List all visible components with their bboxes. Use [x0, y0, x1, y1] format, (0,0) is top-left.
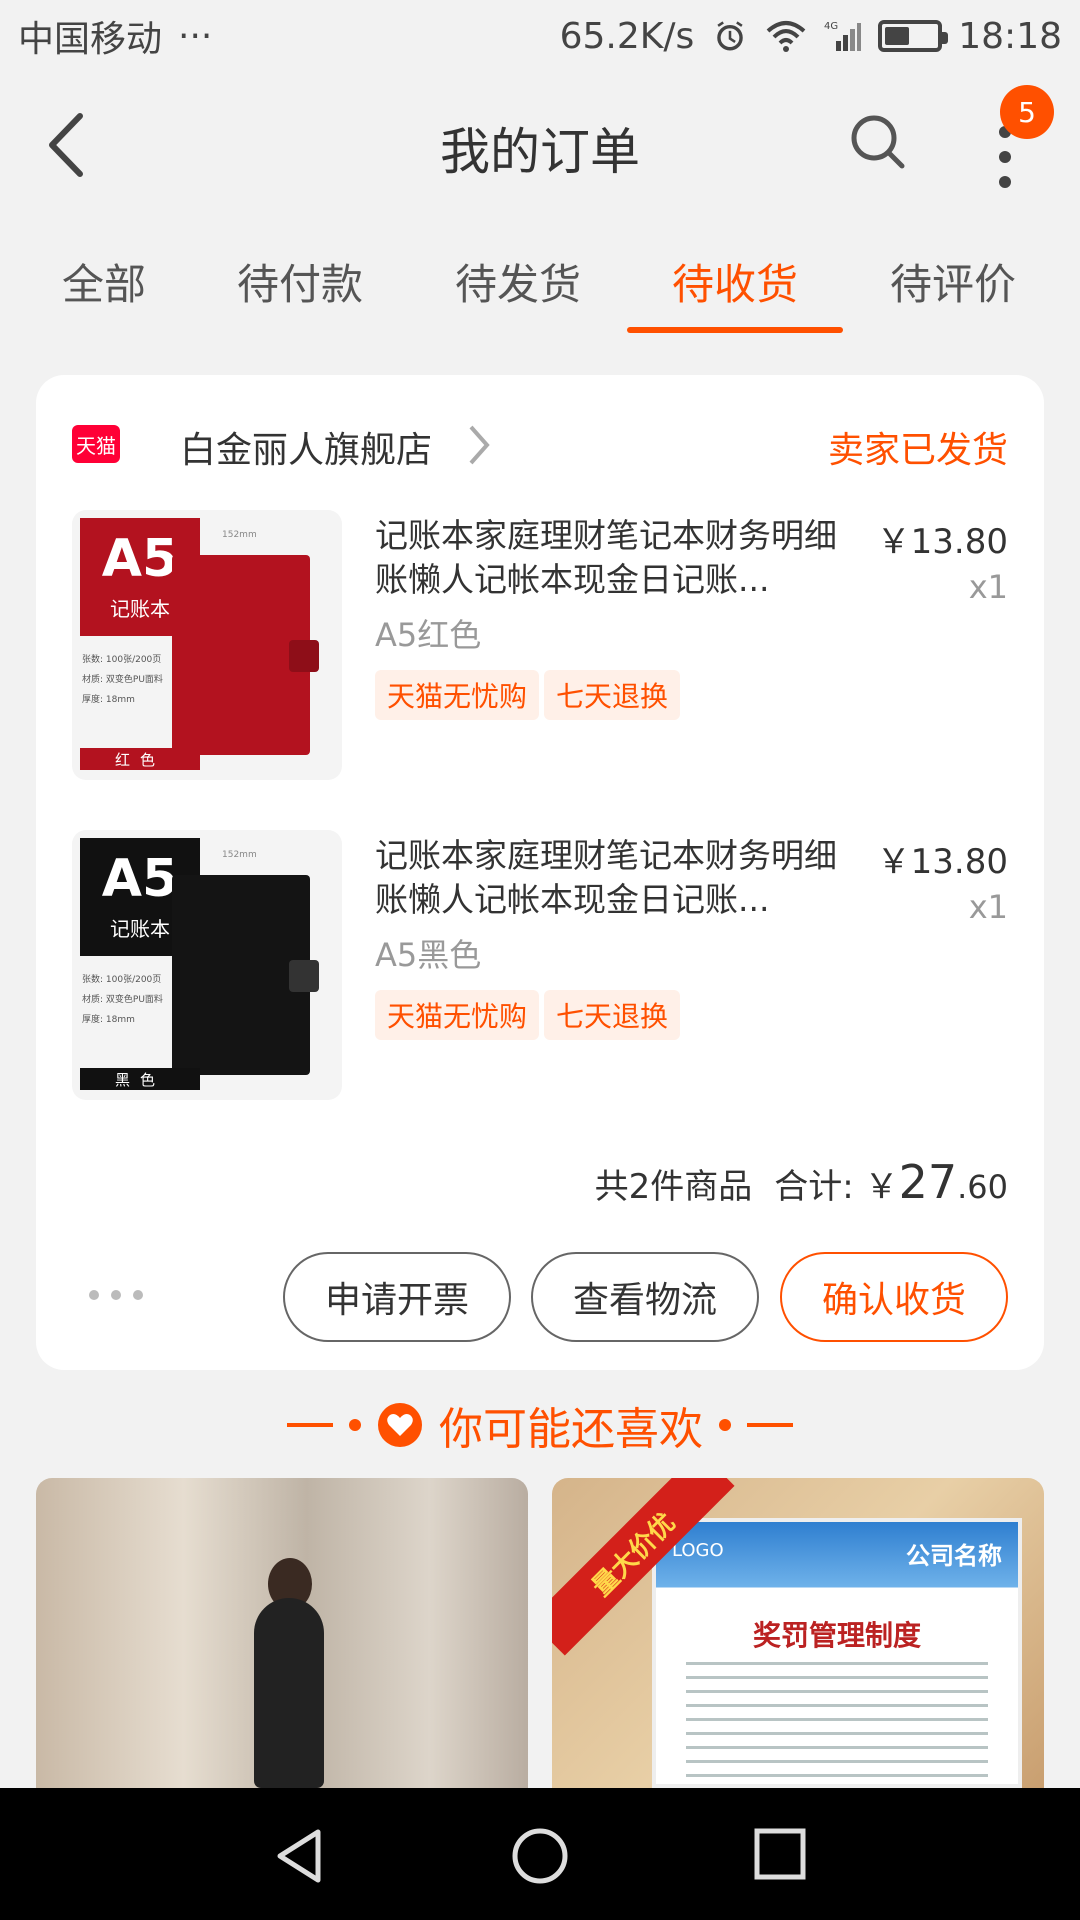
search-icon[interactable] — [848, 112, 908, 172]
item-count: 共2件商品 — [594, 1167, 753, 1207]
item-variant: A5黑色 — [375, 936, 482, 974]
thumb-dimension: 152mm — [222, 850, 257, 860]
thumb-sub-text: 记账本 — [110, 596, 170, 621]
model-image — [254, 1598, 324, 1788]
notification-badge: 5 — [1000, 85, 1054, 139]
item-variant: A5红色 — [375, 616, 482, 654]
notebook-clasp — [289, 960, 319, 992]
recommend-title: 你可能还喜欢 — [439, 1404, 703, 1455]
decor-dot — [719, 1419, 731, 1431]
network-speed: 65.2K/s — [559, 15, 695, 57]
more-horizontal-icon[interactable] — [86, 1285, 146, 1305]
tag-tmall-worry-free: 天猫无忧购 — [375, 990, 540, 1040]
order-status: 卖家已发货 — [827, 430, 1008, 471]
system-back-icon[interactable] — [270, 1826, 330, 1886]
item-price: ￥13.80 — [876, 522, 1008, 562]
signal-icon: 4G — [824, 21, 862, 51]
item-quantity: x1 — [968, 568, 1008, 606]
wifi-icon — [766, 21, 806, 52]
notebook-clasp — [289, 640, 319, 672]
shop-header[interactable]: 天猫 白金丽人旗舰店 卖家已发货 — [72, 415, 1008, 485]
notification-dots: ··· — [178, 15, 213, 57]
recommend-product-card[interactable] — [36, 1478, 528, 1788]
tab-pending-review[interactable]: 待评价 — [890, 251, 1016, 312]
thumb-specs: 张数: 100张/200页 材质: 双变色PU面料 厚度: 18mm — [82, 650, 163, 710]
product-thumbnail[interactable]: A5 记账本 152mm 张数: 100张/200页 材质: 双变色PU面料 厚… — [72, 510, 342, 780]
order-tabs: 全部 待付款 待发货 待收货 待评价 — [0, 235, 1080, 335]
poster-logo: LOGO — [672, 1540, 724, 1561]
item-quantity: x1 — [968, 888, 1008, 926]
navigation-bar: 我的订单 5 — [0, 72, 1080, 220]
chevron-right-icon[interactable] — [467, 423, 491, 467]
tab-pending-receipt[interactable]: 待收货 — [672, 251, 798, 312]
order-card: 天猫 白金丽人旗舰店 卖家已发货 A5 记账本 152mm 张数: 100张/2… — [36, 375, 1044, 1370]
thumb-a5-text: A5 — [101, 848, 179, 909]
view-logistics-button[interactable]: 查看物流 — [531, 1252, 759, 1342]
confirm-receipt-button[interactable]: 确认收货 — [780, 1252, 1008, 1342]
thumb-spec-line: 厚度: 18mm — [82, 695, 135, 705]
battery-icon — [878, 20, 949, 52]
tmall-logo-icon: 天猫 — [72, 425, 120, 463]
tag-seven-day-return: 七天退换 — [544, 990, 681, 1040]
system-navigation-bar — [0, 1788, 1080, 1920]
thumb-color-label: 黑色 — [80, 1068, 200, 1090]
request-invoice-button[interactable]: 申请开票 — [283, 1252, 511, 1342]
status-bar: 中国移动 ··· 65.2K/s 4G 18:18 — [0, 0, 1080, 72]
thumb-spec-line: 张数: 100张/200页 — [82, 655, 162, 665]
total-decimal: .60 — [957, 1168, 1008, 1206]
thumb-spec-line: 材质: 双变色PU面料 — [82, 995, 163, 1005]
thumb-color-label: 红色 — [80, 748, 200, 770]
shop-name[interactable]: 白金丽人旗舰店 — [180, 421, 432, 473]
thumb-dimension: 152mm — [222, 530, 257, 540]
item-price: ￥13.80 — [876, 842, 1008, 882]
tag-tmall-worry-free: 天猫无忧购 — [375, 670, 540, 720]
clock: 18:18 — [958, 15, 1062, 57]
order-summary: 共2件商品 合计: ￥27.60 — [595, 1155, 1008, 1209]
heart-icon — [378, 1403, 422, 1447]
carrier-label: 中国移动 — [18, 19, 163, 60]
poster-company: 公司名称 — [906, 1542, 1002, 1570]
tab-pending-shipment[interactable]: 待发货 — [455, 251, 581, 312]
system-home-icon[interactable] — [510, 1826, 570, 1886]
thumb-spec-line: 张数: 100张/200页 — [82, 975, 162, 985]
decor-line — [287, 1423, 333, 1427]
poster-title: 奖罚管理制度 — [752, 1619, 921, 1652]
item-title[interactable]: 记账本家庭理财笔记本财务明细账懒人记帐本现金日记账... — [375, 514, 860, 602]
order-item[interactable]: A5 记账本 152mm 张数: 100张/200页 材质: 双变色PU面料 厚… — [72, 830, 1008, 1100]
tab-all[interactable]: 全部 — [62, 251, 146, 312]
decor-dot — [349, 1419, 361, 1431]
poster-image: LOGO 公司名称 奖罚管理制度 — [652, 1518, 1022, 1788]
order-item[interactable]: A5 记账本 152mm 张数: 100张/200页 材质: 双变色PU面料 厚… — [72, 510, 1008, 780]
item-title[interactable]: 记账本家庭理财笔记本财务明细账懒人记帐本现金日记账... — [375, 834, 860, 922]
thumb-specs: 张数: 100张/200页 材质: 双变色PU面料 厚度: 18mm — [82, 970, 163, 1030]
decor-line — [747, 1423, 793, 1427]
tab-pending-payment[interactable]: 待付款 — [237, 251, 363, 312]
recommend-header: 你可能还喜欢 — [0, 1395, 1080, 1455]
thumb-a5-text: A5 — [101, 528, 179, 589]
system-recents-icon[interactable] — [752, 1826, 808, 1882]
tag-seven-day-return: 七天退换 — [544, 670, 681, 720]
total-label: 合计: ￥ — [774, 1167, 899, 1207]
thumb-spec-line: 厚度: 18mm — [82, 1015, 135, 1025]
network-type-label: 4G — [824, 21, 838, 32]
page-title: 我的订单 — [440, 123, 640, 181]
alarm-icon — [717, 21, 743, 51]
thumb-sub-text: 记账本 — [110, 916, 170, 941]
recommend-product-card[interactable]: LOGO 公司名称 奖罚管理制度 量大价优 — [552, 1478, 1044, 1788]
order-total: 合计: ￥27.60 — [774, 1155, 1008, 1209]
product-thumbnail[interactable]: A5 记账本 152mm 张数: 100张/200页 材质: 双变色PU面料 厚… — [72, 830, 342, 1100]
poster-text-lines — [686, 1662, 988, 1782]
active-tab-indicator — [627, 327, 843, 333]
total-integer: 27 — [898, 1155, 958, 1209]
thumb-spec-line: 材质: 双变色PU面料 — [82, 675, 163, 685]
